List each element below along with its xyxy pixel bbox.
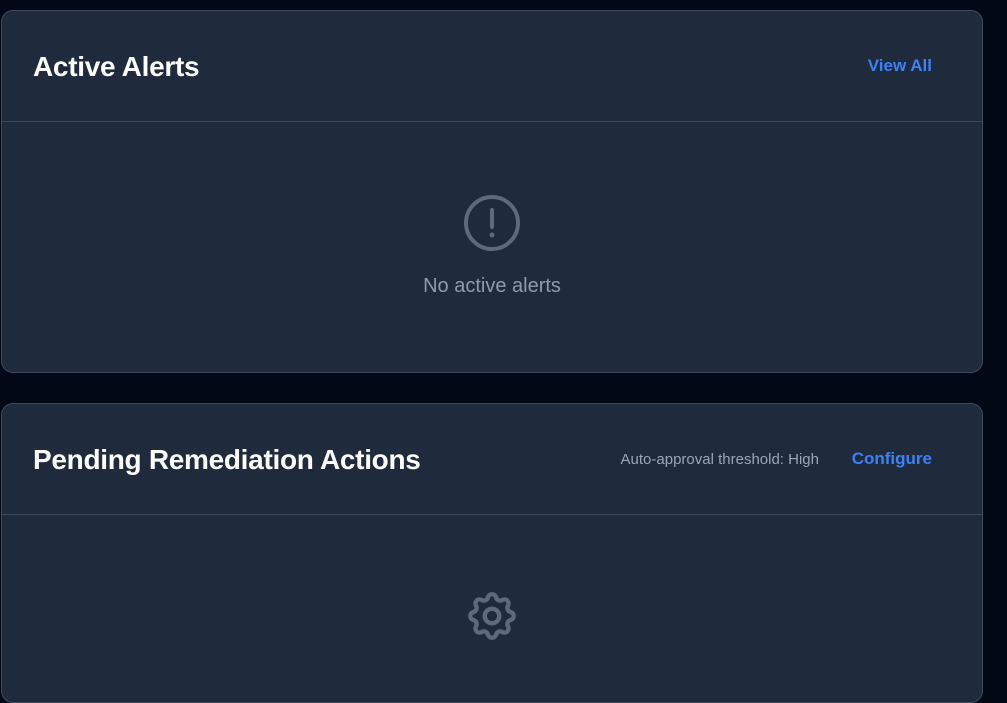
active-alerts-header: Active Alerts View All — [2, 11, 982, 122]
auto-approval-threshold: Auto-approval threshold: High — [620, 451, 819, 468]
alert-circle-icon — [464, 195, 520, 251]
alerts-empty-state: No active alerts — [2, 194, 982, 298]
remediation-empty-state — [2, 587, 982, 645]
active-alerts-title: Active Alerts — [33, 51, 200, 82]
no-alerts-message: No active alerts — [423, 275, 561, 297]
configure-link[interactable]: Configure — [852, 449, 932, 469]
remediation-header: Pending Remediation Actions Auto-approva… — [2, 404, 982, 515]
remediation-title: Pending Remediation Actions — [33, 444, 421, 475]
view-all-link[interactable]: View All — [868, 56, 932, 76]
active-alerts-card: Active Alerts View All No active alerts — [1, 10, 983, 373]
gear-icon — [468, 592, 516, 640]
remediation-actions-card: Pending Remediation Actions Auto-approva… — [1, 403, 983, 703]
